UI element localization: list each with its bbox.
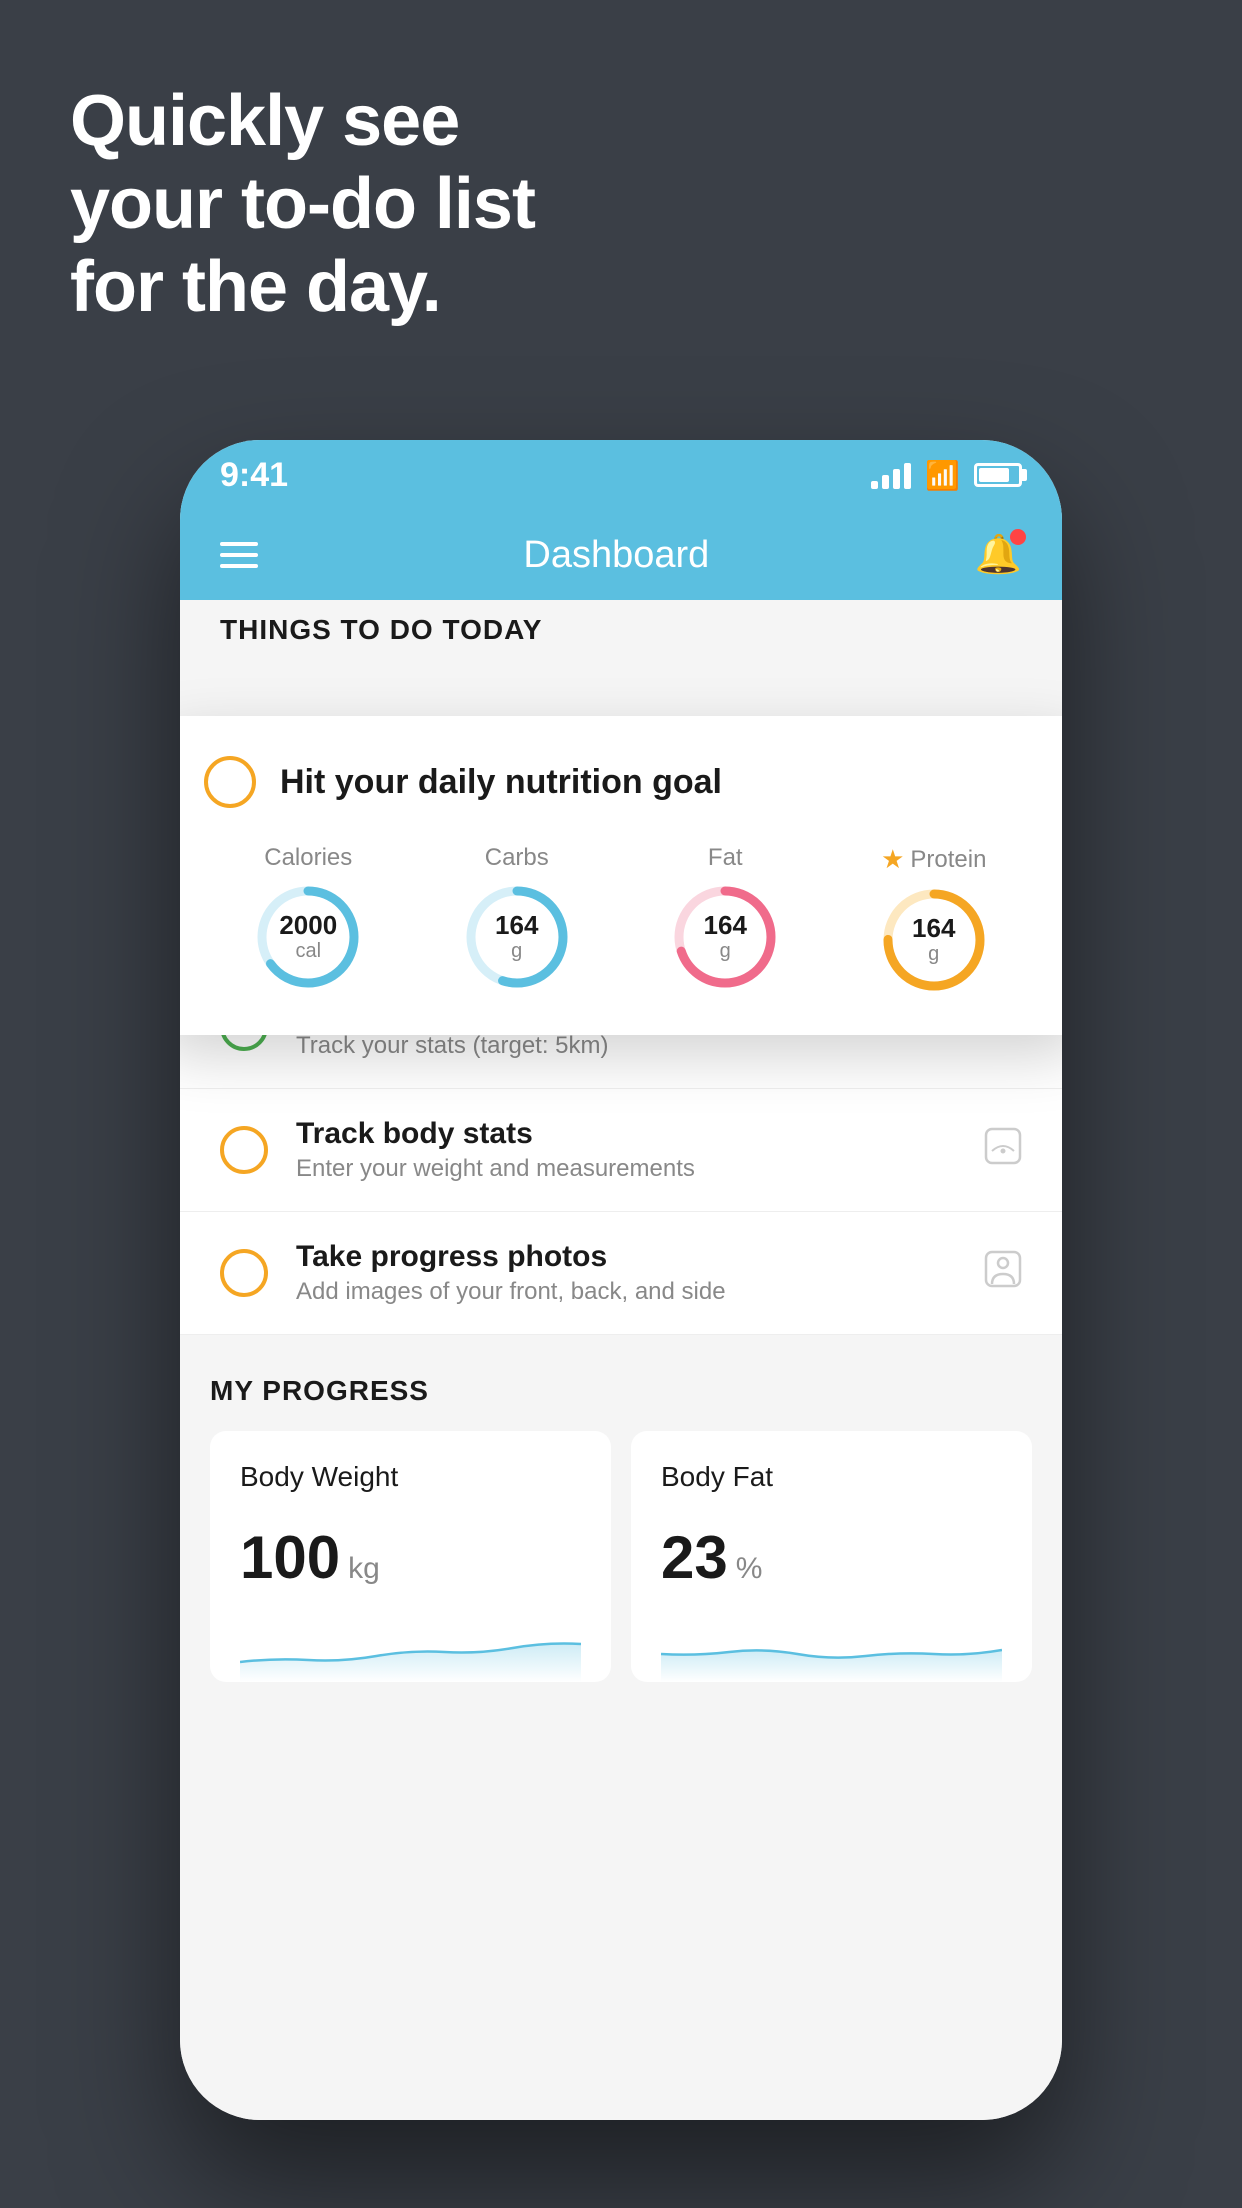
battery-icon <box>974 463 1022 487</box>
scale-icon <box>984 1127 1022 1174</box>
body-weight-chart <box>240 1612 581 1682</box>
fat-value: 164 <box>704 911 747 940</box>
nutrition-calories: Calories 2000 cal <box>253 844 363 992</box>
nutrition-grid: Calories 2000 cal <box>204 844 1038 995</box>
body-fat-value-container: 23 % <box>661 1523 1002 1592</box>
body-weight-number: 100 <box>240 1523 340 1592</box>
headline-line3: for the day. <box>70 247 441 327</box>
headline: Quickly see your to-do list for the day. <box>70 80 535 328</box>
todo-text-body-stats: Track body stats Enter your weight and m… <box>296 1117 956 1183</box>
running-subtitle: Track your stats (target: 5km) <box>296 1032 954 1060</box>
app-content: THINGS TO DO TODAY Hit your daily nutrit… <box>180 600 1062 2120</box>
protein-label: Protein <box>910 846 986 874</box>
fat-unit: g <box>704 940 747 963</box>
calories-circle: 2000 cal <box>253 882 363 992</box>
body-fat-unit: % <box>736 1552 763 1586</box>
carbs-label: Carbs <box>485 844 549 872</box>
section-header: THINGS TO DO TODAY <box>180 600 1062 646</box>
person-icon <box>984 1250 1022 1297</box>
signal-icon <box>871 461 911 489</box>
notification-dot <box>1010 529 1026 545</box>
calories-value: 2000 <box>279 911 337 940</box>
protein-circle: 164 g <box>879 885 989 995</box>
progress-section-title: MY PROGRESS <box>210 1375 1032 1407</box>
task-circle-nutrition[interactable] <box>204 756 256 808</box>
headline-line1: Quickly see <box>70 81 459 161</box>
nutrition-card: Hit your daily nutrition goal Calories 2 <box>180 716 1062 1035</box>
body-fat-card-title: Body Fat <box>661 1461 1002 1493</box>
protein-unit: g <box>912 943 955 966</box>
todo-item-body-stats[interactable]: Track body stats Enter your weight and m… <box>180 1089 1062 1212</box>
status-bar: 9:41 📶 <box>180 440 1062 510</box>
todo-circle-body-stats <box>220 1126 268 1174</box>
body-stats-title: Track body stats <box>296 1117 956 1151</box>
nutrition-fat: Fat 164 g <box>670 844 780 992</box>
nutrition-carbs: Carbs 164 g <box>462 844 572 992</box>
body-fat-number: 23 <box>661 1523 728 1592</box>
fat-label: Fat <box>708 844 743 872</box>
fat-circle: 164 g <box>670 882 780 992</box>
menu-button[interactable] <box>220 542 258 568</box>
body-fat-chart <box>661 1612 1002 1682</box>
body-weight-card[interactable]: Body Weight 100 kg <box>210 1431 611 1682</box>
body-stats-subtitle: Enter your weight and measurements <box>296 1155 956 1183</box>
nav-bar: Dashboard 🔔 <box>180 510 1062 600</box>
protein-value: 164 <box>912 914 955 943</box>
progress-photos-subtitle: Add images of your front, back, and side <box>296 1278 956 1306</box>
wifi-icon: 📶 <box>925 459 960 492</box>
todo-circle-progress-photos <box>220 1249 268 1297</box>
body-fat-card[interactable]: Body Fat 23 % <box>631 1431 1032 1682</box>
body-weight-unit: kg <box>348 1552 380 1586</box>
todo-item-progress-photos[interactable]: Take progress photos Add images of your … <box>180 1212 1062 1335</box>
body-weight-card-title: Body Weight <box>240 1461 581 1493</box>
headline-line2: your to-do list <box>70 164 535 244</box>
nav-title: Dashboard <box>523 534 709 577</box>
notification-bell-icon[interactable]: 🔔 <box>975 533 1022 577</box>
things-today-title: THINGS TO DO TODAY <box>220 614 1022 646</box>
carbs-value: 164 <box>495 911 538 940</box>
nutrition-protein: ★ Protein 164 g <box>879 844 989 995</box>
status-icons: 📶 <box>871 459 1022 492</box>
status-time: 9:41 <box>220 456 288 495</box>
progress-section: MY PROGRESS Body Weight 100 kg <box>180 1335 1062 1682</box>
calories-label: Calories <box>264 844 352 872</box>
todo-text-progress-photos: Take progress photos Add images of your … <box>296 1240 956 1306</box>
phone-frame: 9:41 📶 Dashboard 🔔 <box>180 440 1062 2120</box>
nutrition-card-title: Hit your daily nutrition goal <box>280 763 722 802</box>
calories-unit: cal <box>279 940 337 963</box>
body-weight-value-container: 100 kg <box>240 1523 581 1592</box>
carbs-unit: g <box>495 940 538 963</box>
carbs-circle: 164 g <box>462 882 572 992</box>
protein-star-icon: ★ <box>881 844 904 875</box>
progress-photos-title: Take progress photos <box>296 1240 956 1274</box>
progress-grid: Body Weight 100 kg <box>210 1431 1032 1682</box>
